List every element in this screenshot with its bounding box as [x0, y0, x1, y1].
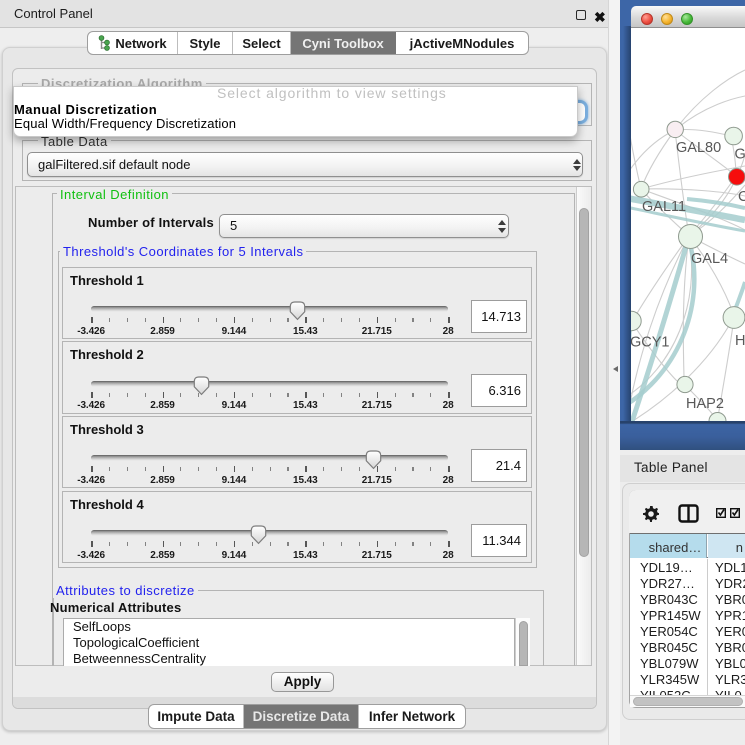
svg-text:G.: G.: [735, 147, 745, 163]
svg-text:GAL4: GAL4: [691, 251, 728, 267]
svg-text:HAP2: HAP2: [686, 396, 724, 412]
svg-text:H: H: [735, 333, 745, 349]
svg-text:C: C: [738, 189, 745, 205]
svg-text:GAL11: GAL11: [642, 199, 686, 215]
svg-text:GAL80: GAL80: [676, 140, 721, 156]
svg-text:GCY1: GCY1: [631, 335, 670, 351]
